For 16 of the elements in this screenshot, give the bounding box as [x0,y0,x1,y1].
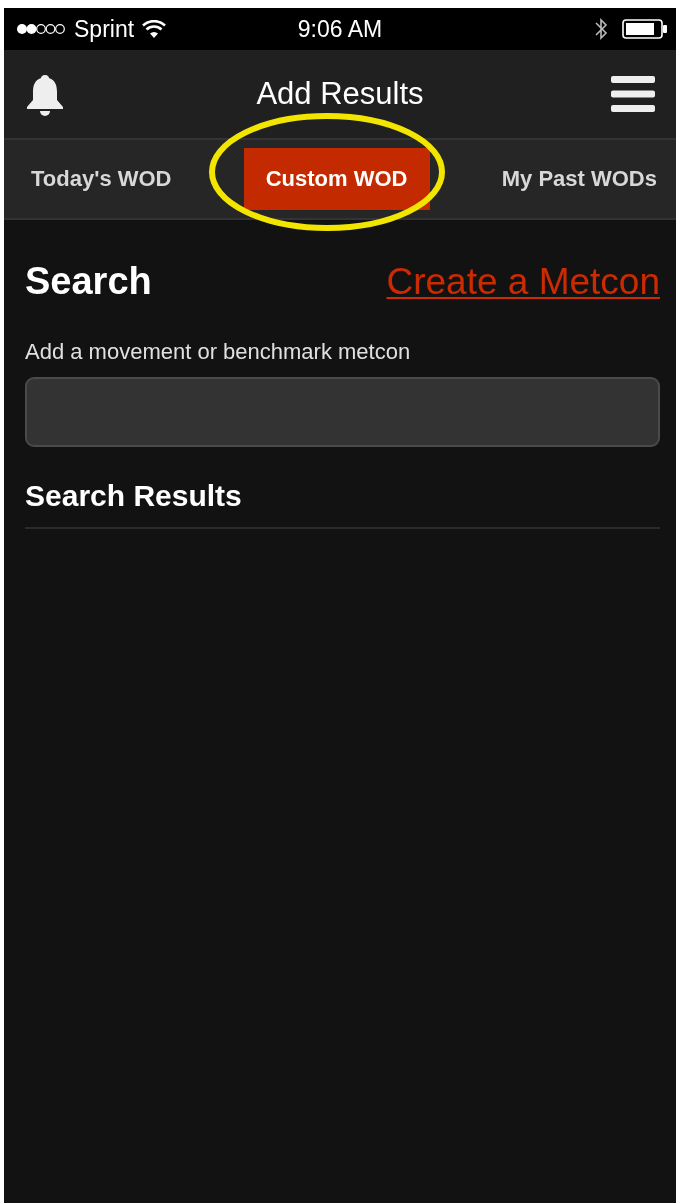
battery-icon [622,19,668,39]
field-label: Add a movement or benchmark metcon [25,339,412,365]
tab[interactable]: My Past WODs [486,150,672,208]
screen-title: Add Results [256,76,424,112]
tab[interactable]: Custom WOD [243,148,430,210]
search-field[interactable] [25,377,660,447]
bluetooth-icon [594,17,608,41]
status-time: 9:06 AM [297,15,383,43]
bell-icon[interactable] [24,72,66,116]
tab[interactable]: Today's WOD [16,150,187,208]
carrier-name: Sprint [74,15,135,43]
section-heading: Search Results [25,479,243,513]
signal-icon [16,23,66,35]
wifi-icon [142,20,167,38]
section-heading: Search [25,260,152,303]
menu-icon[interactable] [610,75,656,113]
